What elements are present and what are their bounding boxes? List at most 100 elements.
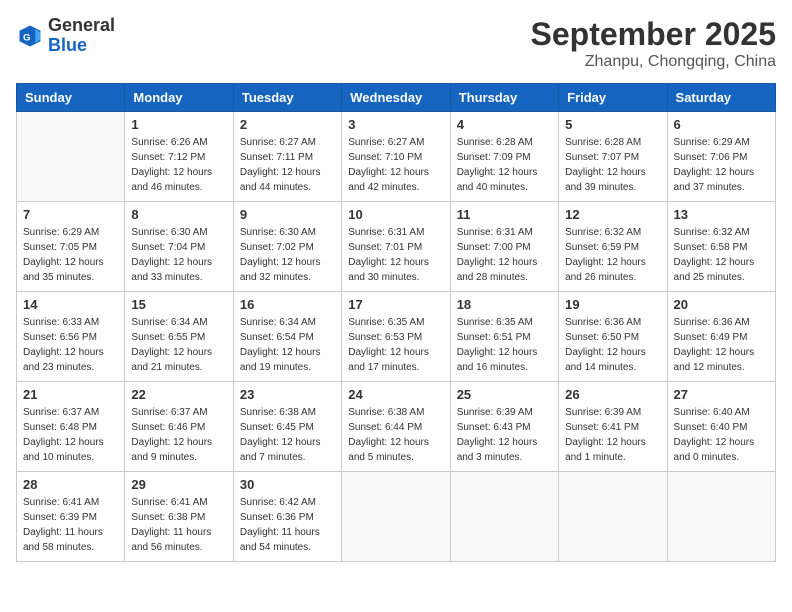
day-cell: 14 Sunrise: 6:33 AMSunset: 6:56 PMDayligh…	[17, 292, 125, 382]
day-cell: 15Sunrise: 6:34 AMSunset: 6:55 PMDayligh…	[125, 292, 233, 382]
weekday-header-cell: Thursday	[450, 84, 558, 112]
day-cell: 1 Sunrise: 6:26 AMSunset: 7:12 PMDaylight…	[125, 112, 233, 202]
day-number: 1	[131, 117, 226, 132]
weekday-header-cell: Wednesday	[342, 84, 450, 112]
logo-general-text: General	[48, 15, 115, 35]
day-cell: 24 Sunrise: 6:38 AMSunset: 6:44 PMDayligh…	[342, 382, 450, 472]
logo-icon: G	[16, 22, 44, 50]
day-info: Sunrise: 6:41 AMSunset: 6:39 PMDaylight:…	[23, 495, 118, 555]
day-info: Sunrise: 6:27 AMSunset: 7:11 PMDaylight:…	[240, 135, 335, 195]
location-title: Zhanpu, Chongqing, China	[531, 53, 776, 71]
day-number: 24	[348, 387, 443, 402]
day-cell: 9 Sunrise: 6:30 AMSunset: 7:02 PMDaylight…	[233, 202, 341, 292]
day-number: 6	[674, 117, 769, 132]
day-cell: 11Sunrise: 6:31 AMSunset: 7:00 PMDayligh…	[450, 202, 558, 292]
day-number: 9	[240, 207, 335, 222]
day-number: 20	[674, 297, 769, 312]
day-info: Sunrise: 6:40 AMSunset: 6:40 PMDaylight:…	[674, 405, 769, 465]
day-cell: 4Sunrise: 6:28 AMSunset: 7:09 PMDaylight…	[450, 112, 558, 202]
day-info: Sunrise: 6:42 AMSunset: 6:36 PMDaylight:…	[240, 495, 335, 555]
day-number: 11	[457, 207, 552, 222]
weekday-header-cell: Tuesday	[233, 84, 341, 112]
day-number: 8	[131, 207, 226, 222]
day-cell: 8 Sunrise: 6:30 AMSunset: 7:04 PMDaylight…	[125, 202, 233, 292]
day-number: 23	[240, 387, 335, 402]
day-number: 2	[240, 117, 335, 132]
day-number: 14	[23, 297, 118, 312]
day-cell: 6 Sunrise: 6:29 AMSunset: 7:06 PMDaylight…	[667, 112, 775, 202]
day-number: 30	[240, 477, 335, 492]
day-info: Sunrise: 6:33 AMSunset: 6:56 PMDaylight:…	[23, 315, 118, 375]
day-cell	[450, 472, 558, 562]
day-number: 22	[131, 387, 226, 402]
logo: G General Blue	[16, 16, 115, 56]
day-info: Sunrise: 6:26 AMSunset: 7:12 PMDaylight:…	[131, 135, 226, 195]
day-cell: 23 Sunrise: 6:38 AMSunset: 6:45 PMDayligh…	[233, 382, 341, 472]
day-cell: 26 Sunrise: 6:39 AMSunset: 6:41 PMDayligh…	[559, 382, 667, 472]
svg-text:G: G	[23, 32, 30, 43]
day-info: Sunrise: 6:29 AMSunset: 7:05 PMDaylight:…	[23, 225, 118, 285]
day-number: 7	[23, 207, 118, 222]
weekday-header-cell: Friday	[559, 84, 667, 112]
month-title: September 2025	[531, 16, 776, 53]
day-cell: 16 Sunrise: 6:34 AMSunset: 6:54 PMDayligh…	[233, 292, 341, 382]
day-cell: 13Sunrise: 6:32 AMSunset: 6:58 PMDayligh…	[667, 202, 775, 292]
day-number: 18	[457, 297, 552, 312]
day-number: 12	[565, 207, 660, 222]
day-number: 26	[565, 387, 660, 402]
day-info: Sunrise: 6:30 AMSunset: 7:02 PMDaylight:…	[240, 225, 335, 285]
day-cell: 21 Sunrise: 6:37 AMSunset: 6:48 PMDayligh…	[17, 382, 125, 472]
day-number: 15	[131, 297, 226, 312]
day-cell: 22 Sunrise: 6:37 AMSunset: 6:46 PMDayligh…	[125, 382, 233, 472]
day-info: Sunrise: 6:29 AMSunset: 7:06 PMDaylight:…	[674, 135, 769, 195]
day-info: Sunrise: 6:37 AMSunset: 6:46 PMDaylight:…	[131, 405, 226, 465]
day-number: 29	[131, 477, 226, 492]
day-info: Sunrise: 6:31 AMSunset: 7:01 PMDaylight:…	[348, 225, 443, 285]
day-info: Sunrise: 6:37 AMSunset: 6:48 PMDaylight:…	[23, 405, 118, 465]
day-number: 5	[565, 117, 660, 132]
day-info: Sunrise: 6:39 AMSunset: 6:43 PMDaylight:…	[457, 405, 552, 465]
day-cell: 30 Sunrise: 6:42 AMSunset: 6:36 PMDayligh…	[233, 472, 341, 562]
day-cell: 3Sunrise: 6:27 AMSunset: 7:10 PMDaylight…	[342, 112, 450, 202]
day-info: Sunrise: 6:36 AMSunset: 6:49 PMDaylight:…	[674, 315, 769, 375]
week-row: 7 Sunrise: 6:29 AMSunset: 7:05 PMDaylight…	[17, 202, 776, 292]
weekday-header-cell: Monday	[125, 84, 233, 112]
day-cell: 29 Sunrise: 6:41 AMSunset: 6:38 PMDayligh…	[125, 472, 233, 562]
day-info: Sunrise: 6:34 AMSunset: 6:54 PMDaylight:…	[240, 315, 335, 375]
day-info: Sunrise: 6:35 AMSunset: 6:53 PMDaylight:…	[348, 315, 443, 375]
day-info: Sunrise: 6:39 AMSunset: 6:41 PMDaylight:…	[565, 405, 660, 465]
day-cell: 12 Sunrise: 6:32 AMSunset: 6:59 PMDayligh…	[559, 202, 667, 292]
day-info: Sunrise: 6:38 AMSunset: 6:45 PMDaylight:…	[240, 405, 335, 465]
day-info: Sunrise: 6:27 AMSunset: 7:10 PMDaylight:…	[348, 135, 443, 195]
day-number: 25	[457, 387, 552, 402]
day-info: Sunrise: 6:36 AMSunset: 6:50 PMDaylight:…	[565, 315, 660, 375]
day-number: 10	[348, 207, 443, 222]
day-cell: 25 Sunrise: 6:39 AMSunset: 6:43 PMDayligh…	[450, 382, 558, 472]
calendar-body: 1 Sunrise: 6:26 AMSunset: 7:12 PMDaylight…	[17, 112, 776, 562]
day-cell	[342, 472, 450, 562]
day-info: Sunrise: 6:28 AMSunset: 7:07 PMDaylight:…	[565, 135, 660, 195]
day-number: 16	[240, 297, 335, 312]
day-cell: 10 Sunrise: 6:31 AMSunset: 7:01 PMDayligh…	[342, 202, 450, 292]
day-cell: 20 Sunrise: 6:36 AMSunset: 6:49 PMDayligh…	[667, 292, 775, 382]
weekday-header-cell: Saturday	[667, 84, 775, 112]
day-number: 4	[457, 117, 552, 132]
calendar: SundayMondayTuesdayWednesdayThursdayFrid…	[16, 83, 776, 562]
day-cell: 19Sunrise: 6:36 AMSunset: 6:50 PMDayligh…	[559, 292, 667, 382]
week-row: 14 Sunrise: 6:33 AMSunset: 6:56 PMDayligh…	[17, 292, 776, 382]
day-info: Sunrise: 6:38 AMSunset: 6:44 PMDaylight:…	[348, 405, 443, 465]
day-cell: 27 Sunrise: 6:40 AMSunset: 6:40 PMDayligh…	[667, 382, 775, 472]
week-row: 1 Sunrise: 6:26 AMSunset: 7:12 PMDaylight…	[17, 112, 776, 202]
day-cell: 17Sunrise: 6:35 AMSunset: 6:53 PMDayligh…	[342, 292, 450, 382]
day-info: Sunrise: 6:30 AMSunset: 7:04 PMDaylight:…	[131, 225, 226, 285]
day-info: Sunrise: 6:41 AMSunset: 6:38 PMDaylight:…	[131, 495, 226, 555]
day-cell	[667, 472, 775, 562]
title-area: September 2025 Zhanpu, Chongqing, China	[531, 16, 776, 71]
day-cell	[559, 472, 667, 562]
day-cell: 18Sunrise: 6:35 AMSunset: 6:51 PMDayligh…	[450, 292, 558, 382]
day-number: 28	[23, 477, 118, 492]
day-number: 21	[23, 387, 118, 402]
day-info: Sunrise: 6:32 AMSunset: 6:59 PMDaylight:…	[565, 225, 660, 285]
day-cell: 5 Sunrise: 6:28 AMSunset: 7:07 PMDaylight…	[559, 112, 667, 202]
day-number: 27	[674, 387, 769, 402]
